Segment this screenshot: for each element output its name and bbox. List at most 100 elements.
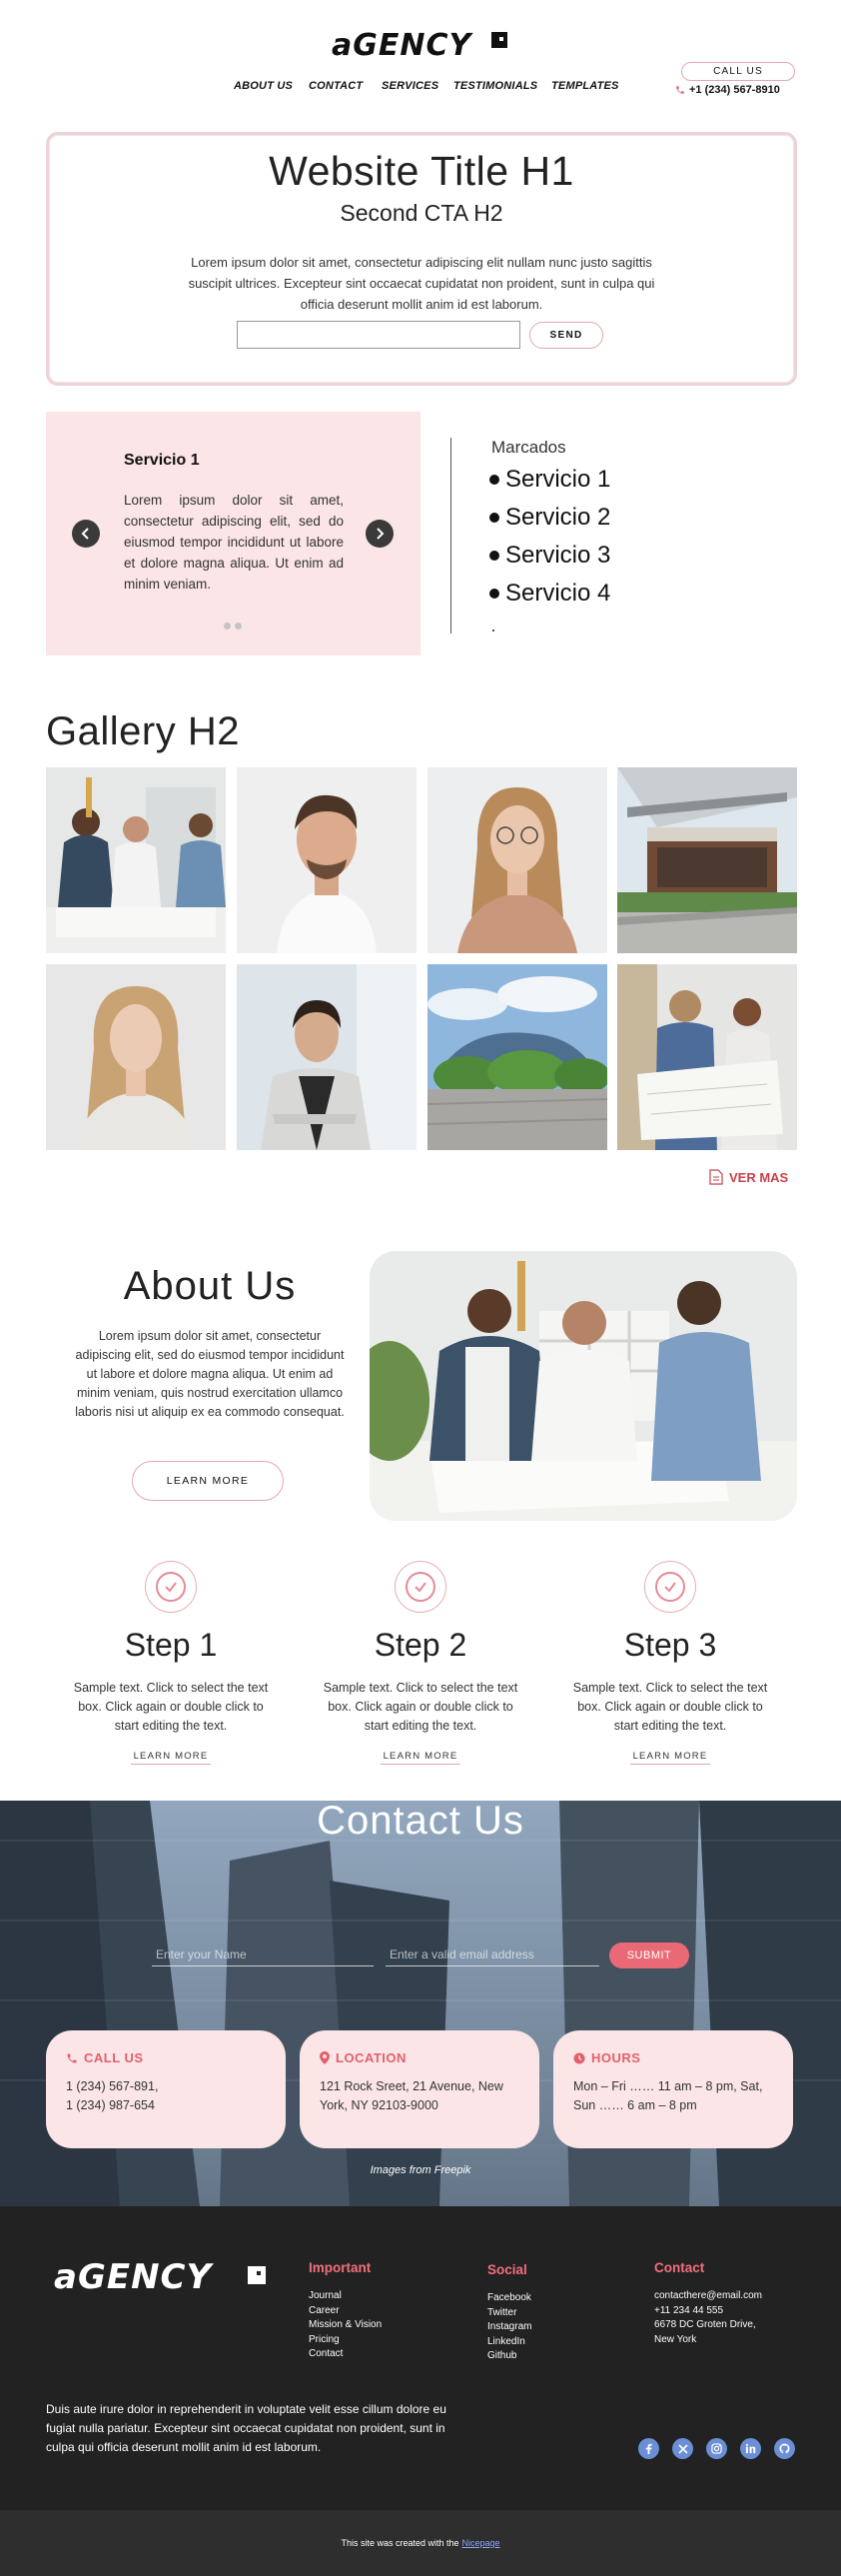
slider-next-button[interactable] [366,520,394,548]
nav-testimonials[interactable]: TESTIMONIALS [453,80,537,94]
check-icon [664,1582,676,1593]
send-button[interactable]: SEND [529,322,603,349]
card-line: Mon – Fri …… 11 am – 8 pm, Sat, [573,2079,763,2093]
footer-col-title: Social [487,2262,527,2277]
step-2-text: Sample text. Click to select the text bo… [323,1681,518,1733]
contact-title: Contact Us [317,1799,524,1843]
list-item: Servicio 2 [489,504,610,532]
gallery-image-trees-building[interactable] [427,964,607,1150]
created-with-text: This site was created with the [341,2538,459,2548]
list-item: Servicio 1 [489,466,610,494]
nicepage-link[interactable]: Nicepage [462,2538,500,2548]
slide-text: Lorem ipsum dolor sit amet, consectetur … [124,493,344,592]
x-icon[interactable] [672,2438,693,2459]
service-item-label: Servicio 4 [505,580,611,607]
learn-more-label: LEARN MORE [166,1475,250,1487]
footer [0,2206,841,2510]
nav-contact[interactable]: CONTACT [309,80,363,94]
facebook-icon[interactable] [638,2438,659,2459]
gallery-image-woman-glasses[interactable] [427,767,607,953]
ver-mas-label: VER MAS [729,1169,789,1185]
hero-subtitle: Second CTA H2 [340,200,503,226]
card-line: Sun …… 6 am – 8 pm [573,2098,697,2112]
gallery-image-team[interactable] [46,767,226,953]
about-image [370,1251,797,1521]
phone-icon [67,2053,77,2062]
step-3-learn-more-link[interactable]: LEARN MORE [630,1751,710,1765]
about-title: About Us [123,1264,297,1308]
footer-col-social: Social Facebook Twitter Instagram Linked… [487,2262,531,2364]
footer-link[interactable]: Instagram [487,2320,531,2335]
gallery-image-man[interactable] [237,767,417,953]
slider-dot-1[interactable] [224,623,231,630]
footer-col-contact: Contact contacthere@email.com +11 234 44… [654,2260,762,2347]
image-credit[interactable]: Images from Freepik [0,2164,841,2176]
footer-link[interactable]: Facebook [487,2291,531,2306]
footer-email[interactable]: contacthere@email.com [654,2289,762,2304]
footer-logo[interactable]: aGENCY [52,2256,270,2296]
footer-link[interactable]: Twitter [487,2306,531,2321]
footer-logo-text: aGENCY [54,2257,214,2296]
nav-templates[interactable]: TEMPLATES [551,80,619,94]
footer-col-important: Important Journal Career Mission & Visio… [309,2260,382,2362]
agency-logo[interactable]: aGENCY [330,24,511,64]
step-2-learn-more-link[interactable]: LEARN MORE [381,1751,460,1765]
card-text: 121 Rock Sreet, 21 Avenue, New York, NY … [320,2077,519,2115]
step-1-icon [145,1561,197,1613]
footer-address: 6678 DC Groten Drive, [654,2319,756,2330]
step-1-learn-more-link[interactable]: LEARN MORE [131,1751,211,1765]
send-label: SEND [549,330,583,341]
instagram-icon[interactable] [706,2438,727,2459]
linkedin-icon[interactable] [740,2438,761,2459]
slider-prev-button[interactable] [72,520,100,548]
step-1-text: Sample text. Click to select the text bo… [73,1681,269,1733]
gallery-image-woman-blonde[interactable] [46,964,226,1150]
footer-link[interactable]: Career [309,2304,382,2319]
hero-input[interactable] [237,321,520,349]
github-icon[interactable] [774,2438,795,2459]
footer-link[interactable]: LinkedIn [487,2335,531,2350]
ver-mas-link[interactable]: VER MAS [709,1169,788,1185]
about-text: Lorem ipsum dolor sit amet, consectetur … [75,1329,345,1419]
card-line: 1 (234) 987-654 [66,2098,155,2112]
learn-more-button[interactable]: LEARN MORE [132,1461,284,1501]
step-2-icon [395,1561,446,1613]
gallery-title: Gallery H2 [46,709,240,753]
card-title: HOURS [573,2050,773,2065]
submit-button[interactable]: SUBMIT [609,1942,689,1968]
card-title: CALL US [66,2050,266,2065]
footer-link[interactable]: Mission & Vision [309,2318,382,2333]
service-item-label: Servicio 3 [505,542,611,569]
services-heading: Marcados [491,438,566,457]
footer-link[interactable]: Journal [309,2289,382,2304]
chevron-left-icon [81,528,89,540]
bottom-bar: This site was created with the Nicepage [0,2510,841,2576]
email-input[interactable]: Enter a valid email address [386,1942,599,1966]
step-3-text: Sample text. Click to select the text bo… [572,1681,768,1733]
call-us-button[interactable]: CALL US [681,62,795,81]
clock-icon [573,2052,585,2063]
gallery-image-building[interactable] [617,767,797,953]
name-input[interactable]: Enter your Name [152,1942,374,1966]
step-2-title: Step 2 [374,1627,467,1663]
check-icon [415,1582,426,1593]
card-title-label: HOURS [591,2050,641,2065]
footer-link[interactable]: Github [487,2349,531,2364]
footer-link[interactable]: Contact [309,2347,382,2362]
list-item: Servicio 4 [489,580,610,608]
card-title-label: LOCATION [336,2050,407,2065]
nav-services[interactable]: SERVICES [382,80,438,94]
card-line: 121 Rock Sreet, 21 Avenue, New [320,2079,503,2093]
footer-phone: +11 234 44 555 [654,2304,724,2316]
card-line: York, NY 92103-9000 [320,2098,438,2112]
footer-col-title: Important [309,2260,372,2275]
nav-about-us[interactable]: ABOUT US [234,80,293,94]
hero-title: Website Title H1 [269,148,574,194]
header-phone[interactable]: +1 (234) 567-8910 [675,83,799,97]
gallery-image-blueprint[interactable] [617,964,797,1150]
gallery-image-businesswoman[interactable] [237,964,417,1150]
footer-link[interactable]: Pricing [309,2333,382,2348]
step-1-title: Step 1 [124,1627,218,1663]
footer-col-title: Contact [654,2260,705,2275]
slider-dot-2[interactable] [235,623,242,630]
